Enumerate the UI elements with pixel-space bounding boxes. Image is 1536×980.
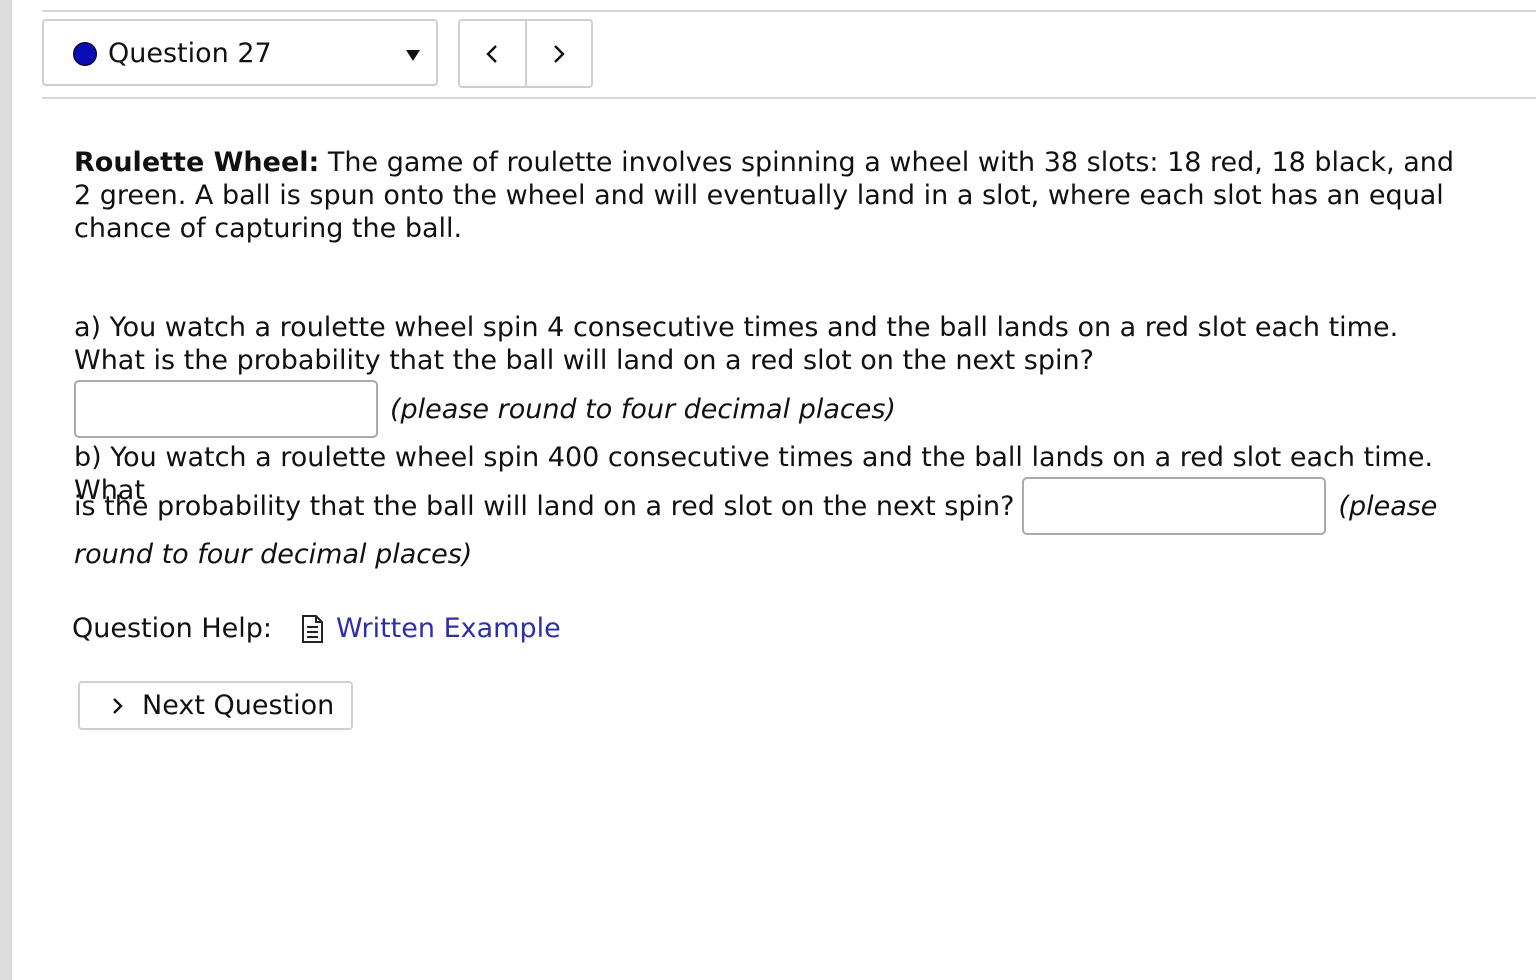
chevron-left-icon [486,44,498,63]
part-a-answer-input[interactable] [74,380,378,438]
top-divider [42,10,1536,12]
caret-down-icon [406,50,420,61]
header-divider [42,97,1536,99]
chevron-right-icon [553,44,565,63]
question-selector-label: Question 27 [108,38,272,69]
question-help: Question Help: Written Example [72,612,561,645]
next-question-nav-button[interactable] [524,21,592,86]
question-nav [458,19,593,88]
problem-intro: Roulette Wheel: The game of roulette inv… [74,146,1474,245]
previous-question-button[interactable] [460,21,525,86]
chevron-right-icon [113,697,123,714]
left-edge-strip [0,0,12,980]
part-a-question: a) You watch a roulette wheel spin 4 con… [74,312,1399,376]
question-selector[interactable]: Question 27 [42,19,438,86]
written-example-link[interactable]: Written Example [336,612,561,645]
problem-title: Roulette Wheel: [74,147,320,178]
part-b-answer-row: is the probability that the ball will la… [74,477,1437,535]
part-a-hint: (please round to four decimal places) [390,393,896,425]
question-help-label: Question Help: [72,613,272,644]
document-icon [302,614,323,643]
part-b-hint-end: round to four decimal places) [74,539,473,570]
next-question-button[interactable]: Next Question [78,681,353,730]
part-a-answer-row: (please round to four decimal places) [74,380,896,438]
question-content: Roulette Wheel: The game of roulette inv… [72,146,1474,644]
part-b-answer-input[interactable] [1022,477,1327,535]
question-status-dot [73,42,97,66]
next-question-label: Next Question [142,690,335,721]
part-b-hint-start: (please [1338,490,1438,522]
part-b-question-line2: is the probability that the ball will la… [74,490,1015,522]
